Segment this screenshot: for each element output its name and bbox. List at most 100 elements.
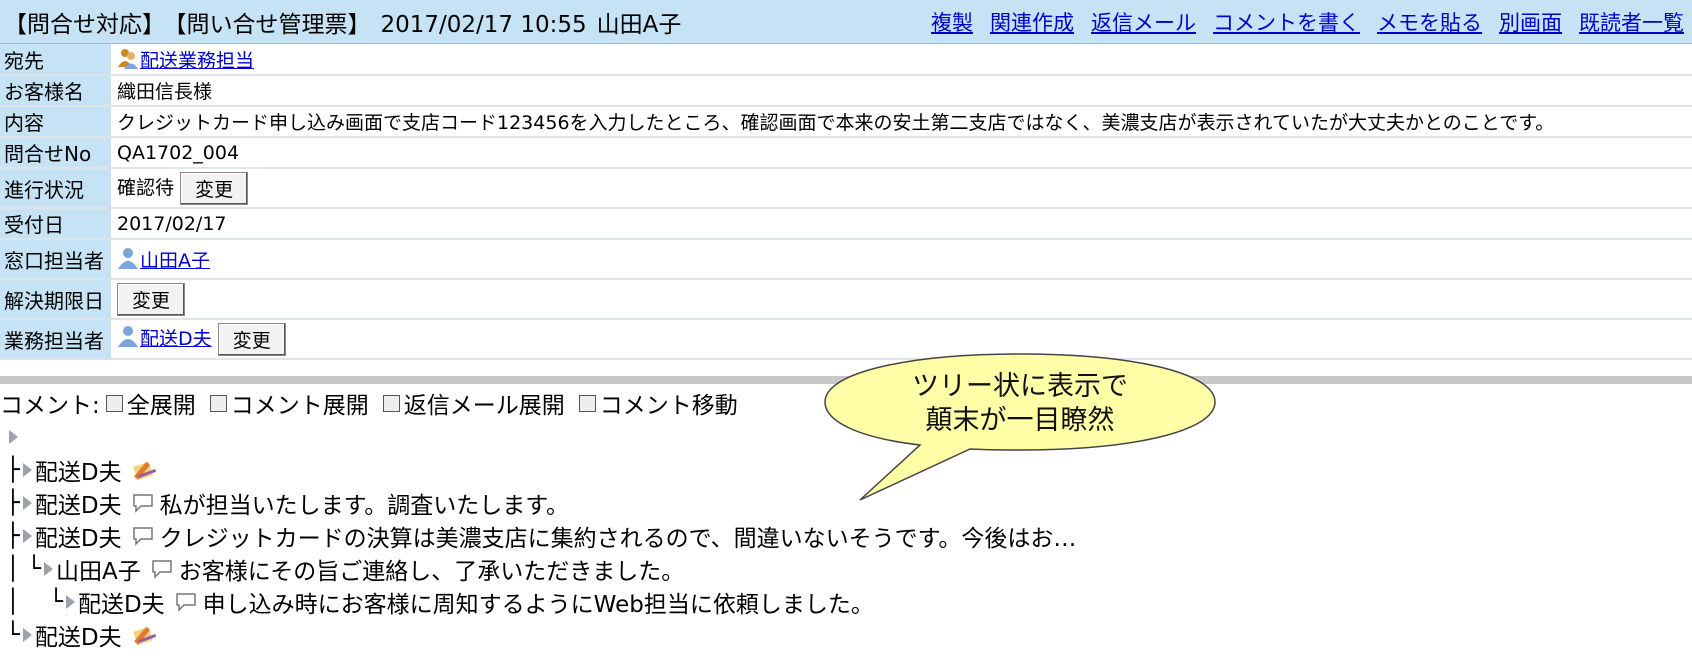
field-row-contact: 窓口担当者 山田A子: [0, 239, 1692, 280]
expand-arrow-icon[interactable]: [22, 627, 32, 642]
tree-branch: └: [6, 621, 20, 648]
page-title: 【問合せ対応】 【問い合せ管理票】 2017/02/17 10:55 山田A子: [0, 5, 691, 39]
expand-arrow-icon[interactable]: [65, 594, 75, 609]
attach-memo-link[interactable]: メモを貼る: [1377, 7, 1482, 37]
tree-branch: ├: [6, 522, 20, 549]
field-label: 業務担当者: [0, 319, 113, 360]
field-value: 変更: [112, 279, 1692, 320]
node-text: クレジットカードの決算は美濃支店に集約されるので、間違いないそうです。今後はお…: [159, 525, 1077, 552]
duplicate-link[interactable]: 複製: [931, 7, 973, 37]
tree-node[interactable]: └ 配送D夫: [6, 618, 1076, 651]
tree-branch: ├: [6, 489, 20, 516]
title-category: 【問合せ対応】: [4, 11, 165, 38]
expand-arrow-icon[interactable]: [22, 528, 32, 543]
field-label: 受付日: [0, 208, 113, 240]
change-staff-button[interactable]: 変更: [217, 322, 286, 356]
change-deadline-button[interactable]: 変更: [117, 282, 186, 316]
field-value: QA1702_004: [112, 137, 1692, 169]
staff-user-link[interactable]: 配送D夫: [140, 328, 212, 350]
header-actions: 複製 関連作成 返信メール コメントを書く メモを貼る 別画面 既読者一覧: [931, 7, 1692, 37]
tree-branch: │ └: [6, 588, 63, 615]
checkbox-label: コメント移動: [599, 393, 738, 419]
field-row-customer: お客様名 織田信長様: [0, 75, 1692, 107]
tree-branch: │ └: [6, 555, 42, 582]
memo-icon: [132, 461, 156, 480]
user-icon: [118, 325, 138, 347]
reply-mail-link[interactable]: 返信メール: [1091, 7, 1196, 37]
field-value: 配送業務担当: [112, 44, 1692, 76]
expand-comments-checkbox[interactable]: コメント展開: [209, 386, 369, 420]
field-label: 宛先: [0, 44, 113, 76]
status-value: 確認待: [117, 176, 175, 199]
field-row-received: 受付日 2017/02/17: [0, 208, 1692, 240]
move-comment-checkbox[interactable]: コメント移動: [578, 386, 738, 420]
node-author[interactable]: 配送D夫: [35, 453, 122, 487]
speech-bubble-icon: [132, 526, 153, 546]
title-datetime: 2017/02/17 10:55: [380, 11, 587, 38]
expand-arrow-icon[interactable]: [44, 561, 54, 576]
expand-arrow-icon[interactable]: [9, 429, 18, 444]
field-label: 問合せNo: [0, 137, 113, 169]
speech-bubble-icon: [175, 592, 196, 612]
checkbox-label: コメント展開: [230, 393, 369, 419]
expand-all-checkbox[interactable]: 全展開: [105, 386, 196, 420]
checkbox-box[interactable]: [578, 394, 596, 412]
change-status-button[interactable]: 変更: [180, 171, 249, 205]
contact-user-link[interactable]: 山田A子: [140, 250, 210, 272]
field-row-deadline: 解決期限日 変更: [0, 279, 1692, 320]
recipient-link[interactable]: 配送業務担当: [140, 50, 254, 72]
user-icon: [118, 247, 138, 269]
speech-bubble-icon: [152, 559, 172, 579]
field-label: お客様名: [0, 75, 113, 107]
checkbox-box[interactable]: [209, 394, 227, 412]
separate-window-link[interactable]: 別画面: [1499, 7, 1562, 37]
checkbox-label: 全展開: [126, 393, 196, 419]
node-text: お客様にその旨ご連絡し、了承いただきました。: [178, 558, 685, 585]
checkbox-box[interactable]: [382, 394, 400, 412]
tree-node[interactable]: ├ 配送D夫 クレジットカードの決算は美濃支店に集約されるので、間違いないそうです…: [6, 519, 1076, 552]
comment-options-label: コメント:: [0, 393, 100, 419]
node-author[interactable]: 山田A子: [56, 552, 141, 586]
callout-text: ツリー状に表示で 顛末が一目瞭然: [870, 370, 1170, 438]
title-author: 山田A子: [596, 11, 682, 38]
expand-reply-mail-checkbox[interactable]: 返信メール展開: [382, 386, 565, 420]
node-author[interactable]: 配送D夫: [78, 585, 165, 619]
field-value: 山田A子: [112, 239, 1692, 280]
node-text: 申し込み時にお客様に周知するようにWeb担当に依頼しました。: [202, 591, 874, 618]
tree-node[interactable]: │ └ 配送D夫 申し込み時にお客様に周知するようにWeb担当に依頼しました。: [6, 585, 1076, 618]
field-label: 窓口担当者: [0, 239, 113, 280]
node-text: 私が担当いたします。調査いたします。: [159, 492, 569, 519]
callout-line: ツリー状に表示で: [912, 371, 1128, 402]
title-form: 【問い合せ管理票】: [175, 11, 371, 38]
expand-arrow-icon[interactable]: [22, 462, 32, 477]
field-row-to: 宛先 配送業務担当: [0, 44, 1692, 76]
field-label: 内容: [0, 106, 113, 138]
field-row-content: 内容 クレジットカード申し込み画面で支店コード123456を入力したところ、確認…: [0, 106, 1692, 138]
tree-branch: ├: [6, 456, 20, 483]
field-row-status: 進行状況 確認待 変更: [0, 168, 1692, 209]
field-row-inquiry-no: 問合せNo QA1702_004: [0, 137, 1692, 169]
field-value: 確認待 変更: [112, 168, 1692, 209]
write-comment-link[interactable]: コメントを書く: [1213, 7, 1360, 37]
page-header: 【問合せ対応】 【問い合せ管理票】 2017/02/17 10:55 山田A子 複製 …: [0, 0, 1692, 44]
field-value: 2017/02/17: [112, 208, 1692, 240]
field-label: 解決期限日: [0, 279, 113, 320]
field-value: クレジットカード申し込み画面で支店コード123456を入力したところ、確認画面で…: [112, 106, 1692, 138]
speech-bubble-icon: [132, 493, 153, 513]
memo-icon: [132, 626, 156, 645]
create-related-link[interactable]: 関連作成: [990, 7, 1074, 37]
callout-line: 顛末が一目瞭然: [925, 405, 1115, 436]
field-label: 進行状況: [0, 168, 113, 209]
node-author[interactable]: 配送D夫: [35, 618, 122, 652]
checkbox-label: 返信メール展開: [403, 393, 565, 419]
comment-options: コメント: 全展開 コメント展開 返信メール展開 コメント移動: [0, 386, 738, 420]
node-author[interactable]: 配送D夫: [35, 519, 122, 553]
expand-arrow-icon[interactable]: [22, 495, 32, 510]
group-user-icon: [118, 48, 138, 69]
tree-node[interactable]: │ └ 山田A子 お客様にその旨ご連絡し、了承いただきました。: [6, 552, 1076, 585]
node-author[interactable]: 配送D夫: [35, 486, 122, 520]
field-value: 織田信長様: [112, 75, 1692, 107]
readers-list-link[interactable]: 既読者一覧: [1579, 7, 1684, 37]
inquiry-fields-table: 宛先 配送業務担当 お客様名 織田信長様 内容 クレジットカード申し込み画面で支…: [0, 44, 1692, 360]
checkbox-box[interactable]: [105, 394, 123, 412]
